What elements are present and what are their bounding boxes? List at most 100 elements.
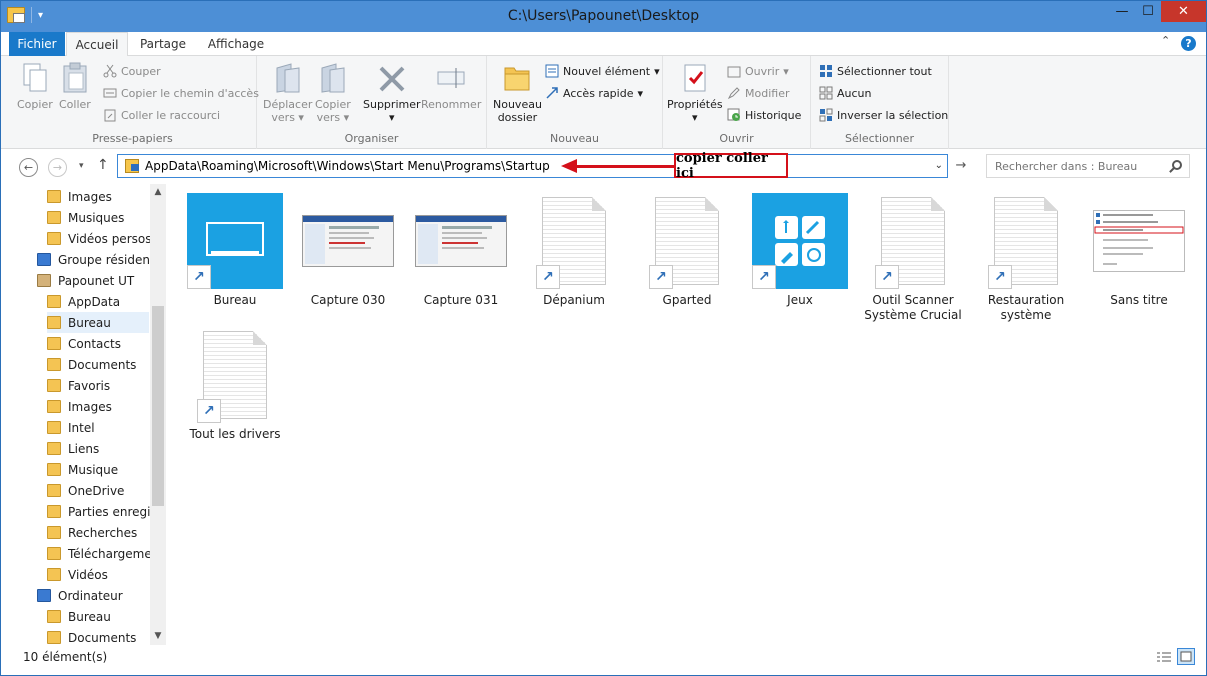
history-icon: [727, 108, 741, 122]
shortcut-arrow-icon: ↗: [988, 265, 1012, 289]
tree-item-label: Musiques: [68, 210, 125, 225]
rename-button[interactable]: Renommer: [421, 62, 481, 111]
paste-shortcut-button[interactable]: Coller le raccourci: [103, 106, 220, 124]
tab-view[interactable]: Affichage: [199, 32, 273, 56]
help-icon[interactable]: ?: [1181, 36, 1196, 51]
delete-dropdown-icon[interactable]: ▾: [389, 111, 395, 124]
tree-item[interactable]: Musique: [47, 459, 149, 480]
tree-item[interactable]: Images: [47, 186, 149, 207]
address-bar[interactable]: AppData\Roaming\Microsoft\Windows\Start …: [117, 154, 948, 178]
move-to-label-line2: vers ▾: [271, 111, 304, 124]
file-list[interactable]: ↗ Bureau Capture 030 Capture 031 ↗ Dépanium ↗ G…: [167, 184, 1206, 645]
tab-file[interactable]: Fichier: [9, 32, 65, 56]
recent-locations-chevron-icon[interactable]: ▾: [79, 161, 84, 171]
properties-button[interactable]: Propriétés ▾: [667, 62, 723, 124]
file-item[interactable]: ↗ Jeux: [744, 193, 856, 308]
select-none-button[interactable]: Aucun: [819, 84, 872, 102]
maximize-button[interactable]: ☐: [1135, 1, 1161, 22]
up-arrow-icon[interactable]: ↑: [97, 157, 109, 173]
nav-scrollbar[interactable]: ▲ ▼: [150, 184, 166, 645]
paste-button[interactable]: Coller: [59, 62, 91, 111]
navigation-pane[interactable]: Images Musiques Vidéos persos Groupe réside…: [1, 184, 167, 645]
search-icon[interactable]: [1172, 160, 1182, 170]
large-icons-view-button[interactable]: [1177, 648, 1195, 665]
forward-button[interactable]: →: [48, 158, 67, 177]
cut-button[interactable]: Couper: [103, 62, 161, 80]
file-name: Outil Scanner Système Crucial: [864, 293, 962, 322]
file-item[interactable]: ↗ Tout les drivers: [179, 327, 291, 442]
organize-group-label: Organiser: [344, 132, 399, 145]
tree-item[interactable]: Vidéos: [47, 564, 149, 585]
tree-item[interactable]: Musiques: [47, 207, 149, 228]
scroll-up-arrow-icon[interactable]: ▲: [150, 184, 166, 201]
tree-item[interactable]: Papounet UT: [37, 270, 149, 291]
scroll-down-arrow-icon[interactable]: ▼: [150, 628, 166, 645]
go-arrow-icon[interactable]: →: [953, 158, 969, 174]
tree-item[interactable]: Intel: [47, 417, 149, 438]
file-item[interactable]: ↗ Outil Scanner Système Crucial: [857, 193, 969, 323]
search-input[interactable]: [987, 159, 1162, 173]
back-button[interactable]: ←: [19, 158, 38, 177]
title-bar[interactable]: ▾ C:\Users\Papounet\Desktop — ☐ ✕: [1, 1, 1206, 32]
easy-access-button[interactable]: Accès rapide ▾: [545, 84, 643, 102]
copy-to-button[interactable]: Copier vers ▾: [315, 62, 351, 124]
tree-item[interactable]: Documents: [47, 354, 149, 375]
address-dropdown-icon[interactable]: ⌄: [935, 160, 943, 171]
tree-item[interactable]: Vidéos persos: [47, 228, 151, 249]
new-group-label: Nouveau: [550, 132, 599, 145]
delete-button[interactable]: Supprimer ▾: [363, 62, 421, 124]
file-item[interactable]: ↗ Restauration système: [970, 193, 1082, 323]
copy-button[interactable]: Copier: [17, 62, 53, 111]
tree-item[interactable]: Bureau: [47, 606, 149, 627]
file-item[interactable]: ↗ Gparted: [631, 193, 743, 308]
new-folder-button[interactable]: Nouveau dossier: [493, 62, 542, 124]
rename-icon: [436, 62, 466, 94]
tree-item[interactable]: OneDrive: [47, 480, 149, 501]
select-all-button[interactable]: Sélectionner tout: [819, 62, 932, 80]
tree-item[interactable]: Contacts: [47, 333, 149, 354]
tree-item[interactable]: Téléchargemer: [47, 543, 157, 564]
homegroup-icon: [37, 253, 51, 266]
file-item[interactable]: Capture 030: [292, 193, 404, 308]
user-folder-icon: [37, 274, 51, 287]
tree-item[interactable]: Groupe résidenti: [37, 249, 158, 270]
move-to-button[interactable]: Déplacer vers ▾: [263, 62, 312, 124]
file-item[interactable]: Capture 031: [405, 193, 517, 308]
tree-item[interactable]: Documents: [47, 627, 149, 645]
edit-button[interactable]: Modifier: [727, 84, 789, 102]
tree-item[interactable]: Ordinateur: [37, 585, 149, 606]
copy-to-icon: [318, 62, 348, 94]
open-button[interactable]: Ouvrir ▾: [727, 62, 789, 80]
move-to-label-line1: Déplacer: [263, 98, 313, 111]
search-box[interactable]: [986, 154, 1190, 178]
tree-item[interactable]: AppData: [47, 291, 149, 312]
new-item-icon: [545, 64, 559, 78]
tree-item[interactable]: Bureau: [47, 312, 149, 333]
collapse-ribbon-chevron-icon[interactable]: ⌃: [1161, 34, 1170, 47]
copy-path-button[interactable]: Copier le chemin d'accès: [103, 84, 259, 102]
paste-shortcut-label: Coller le raccourci: [121, 108, 221, 122]
details-view-button[interactable]: [1155, 648, 1173, 665]
close-button[interactable]: ✕: [1161, 1, 1206, 22]
tree-item[interactable]: Recherches: [47, 522, 149, 543]
tree-item[interactable]: Favoris: [47, 375, 149, 396]
select-none-label: Aucun: [837, 86, 872, 100]
file-item[interactable]: Sans titre: [1083, 193, 1195, 308]
tab-home[interactable]: Accueil: [66, 32, 128, 57]
properties-dropdown-icon[interactable]: ▾: [692, 111, 698, 124]
history-button[interactable]: Historique: [727, 106, 801, 124]
tree-item[interactable]: Parties enregist: [47, 501, 161, 522]
tree-item[interactable]: Images: [47, 396, 149, 417]
folder-icon: [47, 190, 61, 203]
address-path[interactable]: AppData\Roaming\Microsoft\Windows\Start …: [145, 159, 550, 173]
shortcut-arrow-icon: ↗: [875, 265, 899, 289]
tree-item[interactable]: Liens: [47, 438, 149, 459]
scroll-thumb[interactable]: [152, 306, 164, 506]
new-item-button[interactable]: Nouvel élément ▾: [545, 62, 660, 80]
minimize-button[interactable]: —: [1109, 1, 1135, 22]
file-item[interactable]: ↗ Dépanium: [518, 193, 630, 308]
tab-share[interactable]: Partage: [131, 32, 195, 56]
file-item[interactable]: ↗ Bureau: [179, 193, 291, 308]
invert-selection-button[interactable]: Inverser la sélection: [819, 106, 948, 124]
folder-icon: [47, 400, 61, 413]
